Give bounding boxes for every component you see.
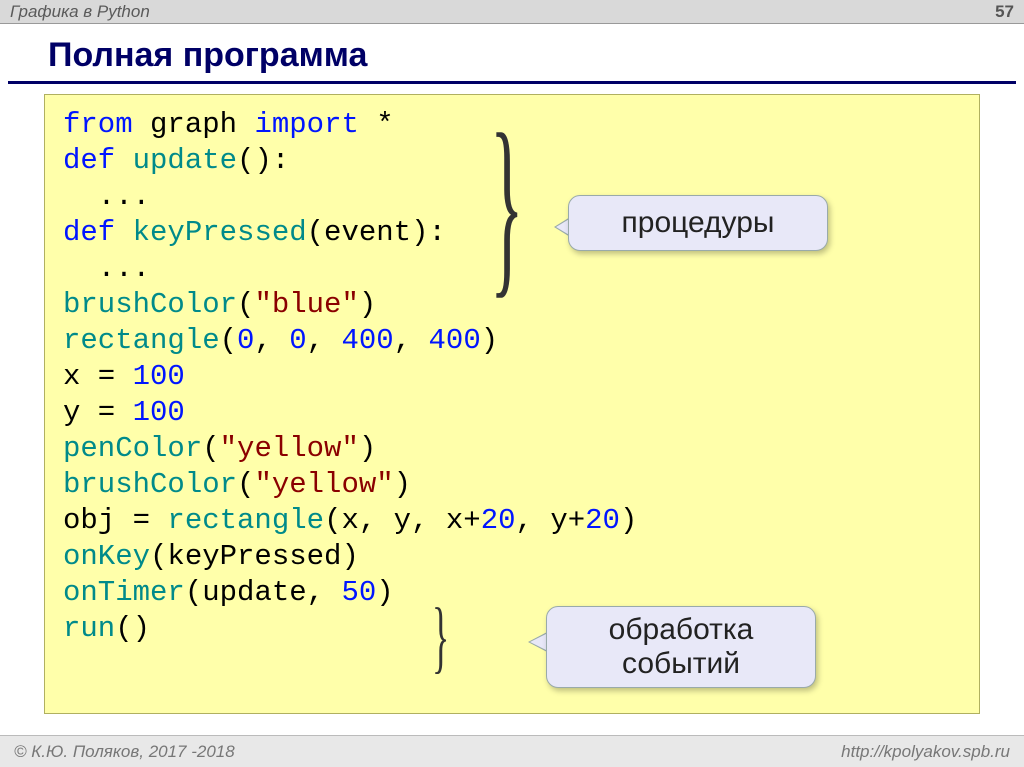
p11: ( [237, 468, 254, 501]
ellipsis2: ... [63, 252, 150, 285]
kw-def1: def [63, 144, 115, 177]
kw-import: import [254, 108, 358, 141]
n7c: 400 [341, 324, 393, 357]
str-blue: "blue" [254, 288, 358, 321]
fn-run: run [63, 612, 115, 645]
p6: ( [237, 288, 254, 321]
fn-rectangle2: rectangle [167, 504, 324, 537]
q11: ) [394, 468, 411, 501]
c7a: , [254, 324, 289, 357]
code-block: from graph import * def update(): ... de… [44, 94, 980, 714]
c7b: , [307, 324, 342, 357]
footer-url: http://kpolyakov.spb.ru [841, 742, 1010, 762]
n7d: 400 [429, 324, 481, 357]
fn-brushcolor1: brushColor [63, 288, 237, 321]
footer-bar: © К.Ю. Поляков, 2017 -2018 http://kpolya… [0, 735, 1024, 767]
p7: ( [220, 324, 237, 357]
r12b: , y+ [516, 504, 586, 537]
parens1: (): [237, 144, 289, 177]
q6: ) [359, 288, 376, 321]
header-topic: Графика в Python [10, 2, 150, 22]
n7a: 0 [237, 324, 254, 357]
q14: ) [376, 576, 393, 609]
page-title: Полная программа [8, 24, 1016, 84]
y-assign: y = [63, 396, 133, 429]
mod-graph: graph [150, 108, 237, 141]
fn-onkey: onKey [63, 540, 150, 573]
kw-from: from [63, 108, 133, 141]
n7b: 0 [289, 324, 306, 357]
callout-events-line1: обработка [609, 613, 754, 646]
q7: ) [481, 324, 498, 357]
kw-def2: def [63, 216, 115, 249]
star: * [359, 108, 394, 141]
c7c: , [394, 324, 429, 357]
footer-copyright: © К.Ю. Поляков, 2017 -2018 [14, 742, 235, 762]
q12: ) [620, 504, 637, 537]
r12a: (x, y, x+ [324, 504, 481, 537]
n9: 100 [133, 396, 185, 429]
n12a: 20 [481, 504, 516, 537]
callout-procedures: процедуры [568, 195, 828, 251]
fn-keypressed: keyPressed [133, 216, 307, 249]
n14: 50 [341, 576, 376, 609]
x-assign: x = [63, 360, 133, 393]
p14: (update, [185, 576, 342, 609]
r15: () [115, 612, 150, 645]
fn-brushcolor2: brushColor [63, 468, 237, 501]
callout-events-line2: событий [622, 647, 740, 680]
q10: ) [359, 432, 376, 465]
fn-pencolor: penColor [63, 432, 202, 465]
n12b: 20 [585, 504, 620, 537]
str-yellow1: "yellow" [220, 432, 359, 465]
n8: 100 [133, 360, 185, 393]
fn-update: update [133, 144, 237, 177]
callout-procedures-text: процедуры [622, 206, 775, 239]
ellipsis1: ... [63, 180, 150, 213]
parens2: (event): [307, 216, 446, 249]
callout-events: обработка событий [546, 606, 816, 688]
fn-rectangle1: rectangle [63, 324, 220, 357]
r13: (keyPressed) [150, 540, 359, 573]
obj-assign: obj = [63, 504, 167, 537]
slide-number: 57 [995, 2, 1014, 22]
p10: ( [202, 432, 219, 465]
fn-ontimer: onTimer [63, 576, 185, 609]
str-yellow2: "yellow" [254, 468, 393, 501]
header-bar: Графика в Python 57 [0, 0, 1024, 24]
